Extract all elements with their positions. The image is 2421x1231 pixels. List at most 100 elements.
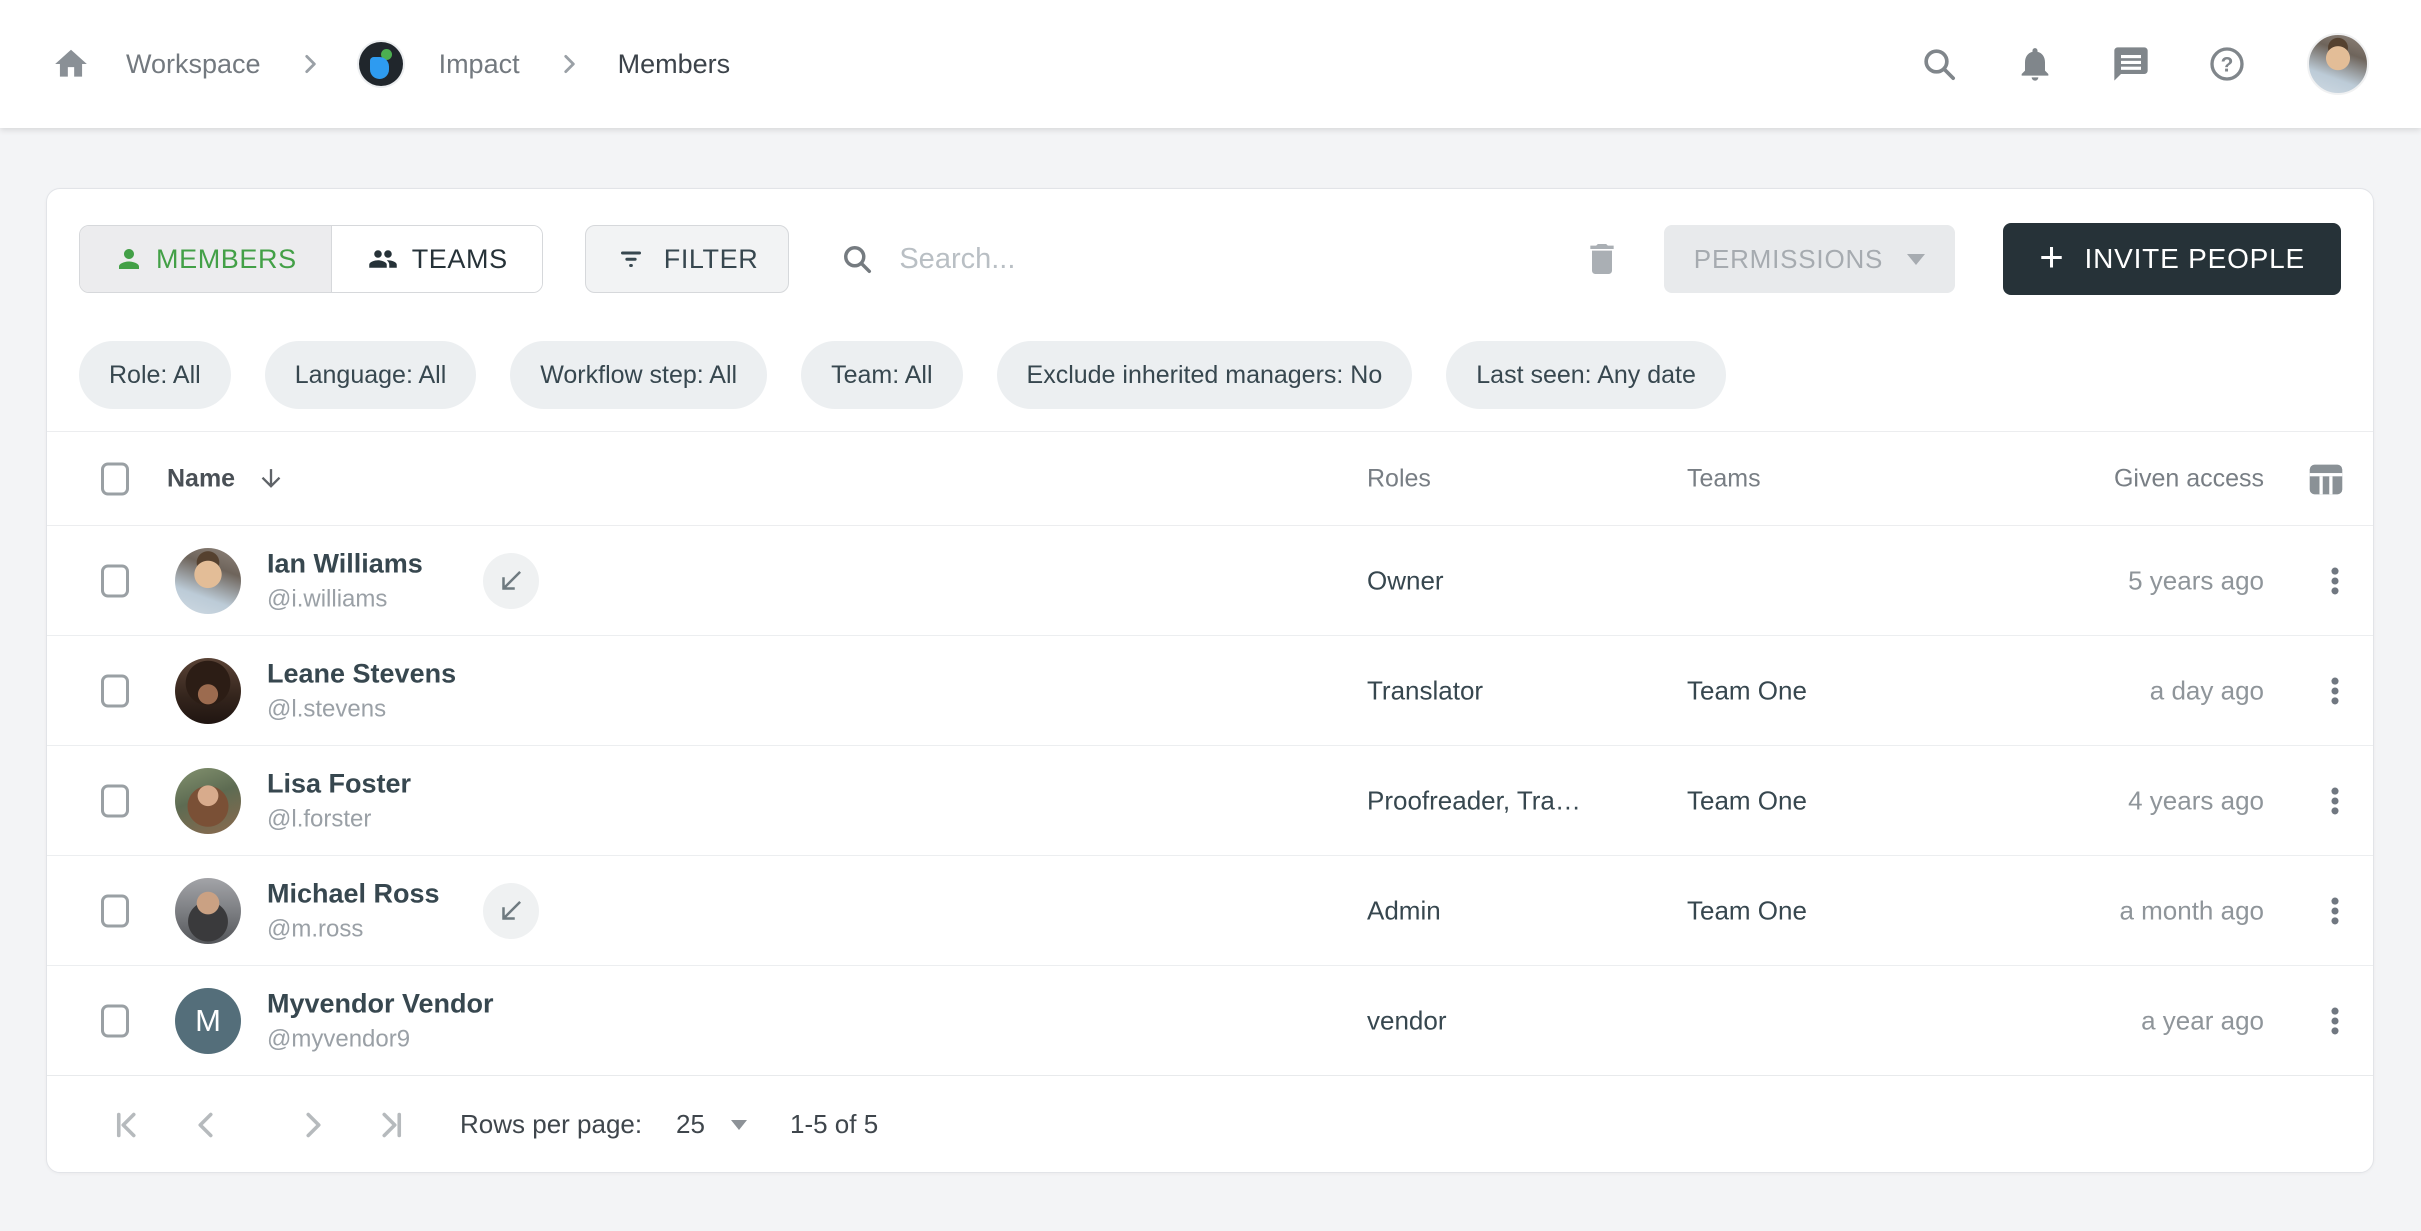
member-teams: Team One — [1687, 675, 1807, 706]
topbar-icons: ? — [1919, 33, 2369, 95]
person-icon — [114, 244, 144, 274]
caret-down-icon — [731, 1120, 747, 1130]
column-given-access: Given access — [2114, 464, 2264, 493]
view-tabs: MEMBERS TEAMS — [79, 225, 543, 293]
table-row: Leane Stevens @l.stevens Translator Team… — [47, 636, 2373, 746]
member-name[interactable]: Myvendor Vendor — [267, 988, 494, 1019]
member-name[interactable]: Lisa Foster — [267, 768, 411, 799]
next-page-icon[interactable] — [294, 1107, 330, 1143]
chevron-right-icon — [556, 51, 582, 77]
people-icon — [366, 244, 400, 274]
member-name[interactable]: Michael Ross — [267, 878, 440, 909]
member-name-cell[interactable]: Lisa Foster @l.forster — [267, 768, 411, 833]
breadcrumb-workspace[interactable]: Workspace — [126, 49, 261, 80]
messages-icon[interactable] — [2111, 44, 2151, 84]
member-name-cell[interactable]: Leane Stevens @l.stevens — [267, 658, 456, 723]
login-as-icon[interactable] — [483, 553, 539, 609]
rows-per-page-value: 25 — [676, 1109, 705, 1140]
member-roles: Proofreader, Tra… — [1367, 785, 1581, 816]
search-icon[interactable] — [1919, 44, 1959, 84]
trash-icon[interactable] — [1582, 239, 1622, 279]
topbar: Workspace Impact Members ? — [0, 0, 2421, 128]
member-teams: Team One — [1687, 895, 1807, 926]
project-avatar[interactable] — [359, 42, 403, 86]
breadcrumb: Workspace Impact Members — [52, 42, 730, 86]
member-name-cell[interactable]: Michael Ross @m.ross — [267, 878, 440, 943]
filter-button-label: FILTER — [664, 244, 759, 275]
plus-icon: + — [2039, 236, 2064, 278]
member-name[interactable]: Leane Stevens — [267, 658, 456, 689]
tab-members-label: MEMBERS — [156, 244, 297, 275]
filter-button[interactable]: FILTER — [585, 225, 790, 293]
login-as-icon[interactable] — [483, 883, 539, 939]
row-checkbox[interactable] — [101, 894, 129, 927]
member-roles: Owner — [1367, 565, 1444, 596]
row-checkbox[interactable] — [101, 564, 129, 597]
row-checkbox[interactable] — [101, 784, 129, 817]
chip-team[interactable]: Team: All — [801, 341, 962, 409]
column-name-label: Name — [167, 464, 235, 493]
project-avatar-drop — [370, 57, 389, 79]
member-username: @l.stevens — [267, 695, 456, 723]
pagination: Rows per page: 25 1-5 of 5 — [47, 1076, 2373, 1173]
member-avatar — [175, 548, 241, 614]
sort-desc-icon — [257, 465, 285, 493]
member-avatar-initial: M — [175, 988, 241, 1054]
first-page-icon[interactable] — [109, 1107, 145, 1143]
search-input[interactable] — [897, 242, 1457, 277]
chip-last-seen[interactable]: Last seen: Any date — [1446, 341, 1726, 409]
member-name[interactable]: Ian Williams — [267, 548, 423, 579]
invite-people-button[interactable]: + INVITE PEOPLE — [2003, 223, 2341, 295]
member-roles: vendor — [1367, 1005, 1447, 1036]
member-name-cell[interactable]: Ian Williams @i.williams — [267, 548, 423, 613]
table-header: Name Roles Teams Given access — [47, 431, 2373, 526]
filter-icon — [616, 244, 646, 274]
member-username: @m.ross — [267, 915, 440, 943]
chip-language[interactable]: Language: All — [265, 341, 477, 409]
row-menu-icon[interactable] — [2313, 1004, 2357, 1038]
rows-per-page-select[interactable]: 25 — [676, 1109, 747, 1140]
caret-down-icon — [1907, 254, 1925, 265]
table-row: M Myvendor Vendor @myvendor9 vendor a ye… — [47, 966, 2373, 1076]
row-menu-icon[interactable] — [2313, 784, 2357, 818]
invite-people-label: INVITE PEOPLE — [2085, 243, 2305, 275]
chip-exclude-inherited-managers[interactable]: Exclude inherited managers: No — [997, 341, 1413, 409]
row-menu-icon[interactable] — [2313, 674, 2357, 708]
chip-role[interactable]: Role: All — [79, 341, 231, 409]
permissions-button[interactable]: PERMISSIONS — [1664, 225, 1955, 293]
table-body: Ian Williams @i.williams Owner 5 years a… — [47, 526, 2373, 1076]
member-avatar — [175, 658, 241, 724]
breadcrumb-project[interactable]: Impact — [439, 49, 520, 80]
tab-teams[interactable]: TEAMS — [331, 226, 542, 292]
row-checkbox[interactable] — [101, 674, 129, 707]
home-icon[interactable] — [52, 45, 90, 83]
notifications-bell-icon[interactable] — [2015, 44, 2055, 84]
search-icon — [839, 241, 875, 277]
chip-workflow-step[interactable]: Workflow step: All — [510, 341, 767, 409]
row-checkbox[interactable] — [101, 1004, 129, 1037]
row-menu-icon[interactable] — [2313, 564, 2357, 598]
column-settings-icon[interactable] — [2303, 456, 2349, 502]
last-page-icon[interactable] — [373, 1107, 409, 1143]
tab-teams-label: TEAMS — [412, 244, 508, 275]
column-name[interactable]: Name — [167, 464, 285, 493]
select-all-checkbox[interactable] — [101, 462, 129, 495]
member-roles: Translator — [1367, 675, 1483, 706]
permissions-button-label: PERMISSIONS — [1694, 244, 1883, 275]
help-icon[interactable]: ? — [2207, 44, 2247, 84]
previous-page-icon[interactable] — [189, 1107, 225, 1143]
filter-chips: Role: All Language: All Workflow step: A… — [79, 341, 1726, 409]
members-card: MEMBERS TEAMS FILTER — [46, 188, 2374, 1173]
member-given-access: a month ago — [2119, 895, 2264, 926]
table-row: Ian Williams @i.williams Owner 5 years a… — [47, 526, 2373, 636]
tab-members[interactable]: MEMBERS — [80, 226, 331, 292]
member-name-cell[interactable]: Myvendor Vendor @myvendor9 — [267, 988, 494, 1053]
member-given-access: a year ago — [2141, 1005, 2264, 1036]
table-row: Lisa Foster @l.forster Proofreader, Tra…… — [47, 746, 2373, 856]
search-box — [839, 241, 1457, 277]
user-avatar[interactable] — [2307, 33, 2369, 95]
row-menu-icon[interactable] — [2313, 894, 2357, 928]
member-roles: Admin — [1367, 895, 1441, 926]
column-teams: Teams — [1687, 464, 1761, 493]
member-username: @i.williams — [267, 585, 423, 613]
